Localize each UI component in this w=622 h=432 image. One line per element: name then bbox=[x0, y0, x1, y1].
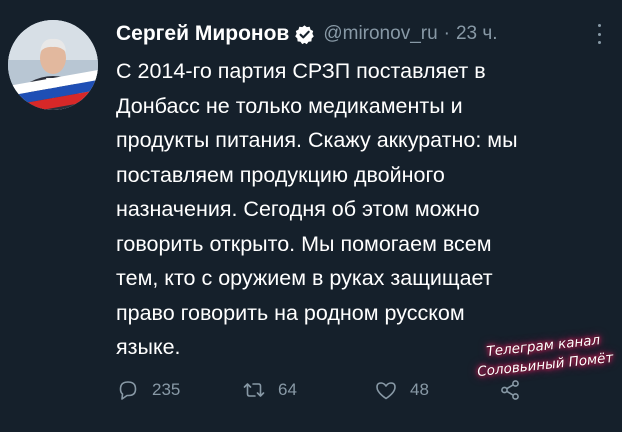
verified-badge-icon bbox=[294, 24, 315, 45]
more-options-icon[interactable] bbox=[593, 22, 605, 46]
separator-dot: · bbox=[443, 23, 450, 44]
reply-button[interactable]: 235 bbox=[116, 372, 180, 408]
author-handle[interactable]: @mironov_ru bbox=[323, 23, 437, 45]
heart-icon bbox=[376, 382, 396, 400]
author-name[interactable]: Сергей Миронов bbox=[116, 22, 289, 46]
tweet-text-line: продукты питания. Скажу аккуратно: мы bbox=[116, 128, 518, 152]
like-button[interactable]: 48 bbox=[374, 372, 429, 408]
tweet-text-line: поставляем продукцию двойного bbox=[116, 162, 445, 187]
tweet: Сергей Миронов @mironov_ru · 23 ч. С 201… bbox=[0, 0, 622, 432]
retweet-count: 64 bbox=[278, 380, 297, 399]
avatar-image bbox=[8, 20, 98, 110]
reply-count: 235 bbox=[152, 380, 181, 399]
tweet-time[interactable]: 23 ч. bbox=[456, 23, 498, 45]
tweet-text-line: назначения. Сегодня об этом можно bbox=[116, 197, 480, 221]
tweet-text-line: Донбасс не только медикаменты и bbox=[116, 93, 463, 118]
avatar[interactable] bbox=[8, 20, 98, 110]
tweet-text-line: С 2014-го партия СРЗП поставляет в bbox=[116, 59, 486, 83]
tweet-text: С 2014-го партия СРЗП поставляет в Донба… bbox=[116, 54, 586, 365]
tweet-text-line: право говорить на родном русском bbox=[116, 300, 465, 325]
like-count: 48 bbox=[410, 380, 429, 399]
tweet-text-line: тем, кто с оружием в руках защищает bbox=[116, 266, 493, 290]
tweet-text-line: говорить открыто. Мы помогаем всем bbox=[116, 231, 492, 256]
retweet-button[interactable]: 64 bbox=[242, 372, 297, 408]
retweet-icon bbox=[243, 383, 265, 397]
tweet-header: Сергей Миронов @mironov_ru · 23 ч. bbox=[116, 20, 498, 48]
reply-icon bbox=[119, 381, 137, 400]
